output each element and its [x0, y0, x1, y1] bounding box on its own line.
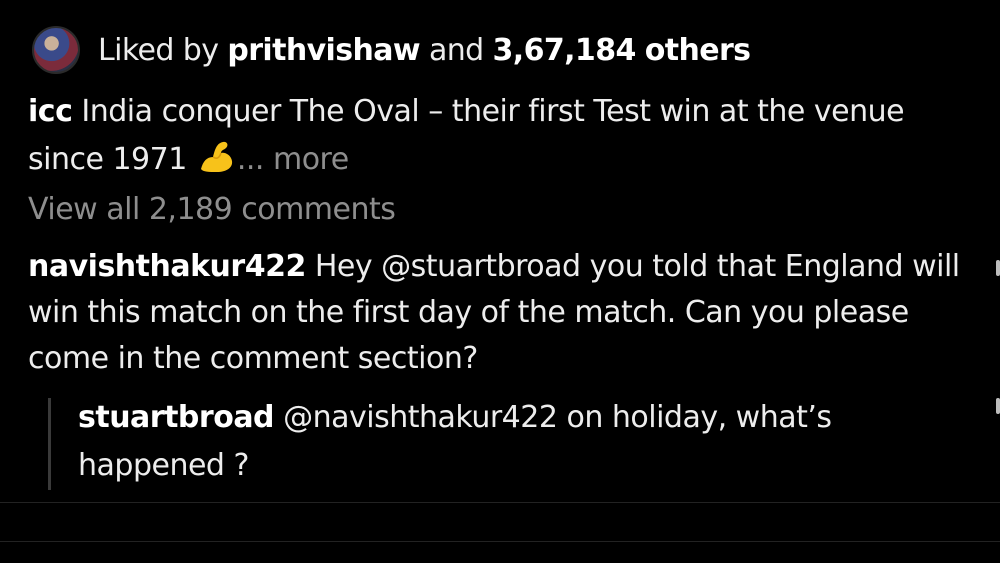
- liker-username[interactable]: prithvishaw: [227, 33, 420, 68]
- likes-conjunction: and: [428, 32, 484, 68]
- likes-text: Liked by prithvishaw and 3,67,184 others: [98, 32, 751, 68]
- flexed-biceps-icon: [197, 139, 237, 175]
- likes-count[interactable]: 3,67,184: [493, 33, 637, 68]
- post-caption: icc India conquer The Oval – their first…: [28, 88, 978, 184]
- view-all-comments-link[interactable]: View all 2,189 comments: [28, 192, 396, 227]
- liker-avatar[interactable]: [32, 26, 80, 74]
- caption-more-link[interactable]: ... more: [237, 142, 349, 177]
- caption-text: India conquer The Oval – their first Tes…: [28, 94, 905, 177]
- reply-like-icon[interactable]: [996, 398, 1000, 414]
- reply-username[interactable]: stuartbroad: [78, 400, 275, 435]
- comment-username[interactable]: navishthakur422: [28, 249, 306, 284]
- likes-row[interactable]: Liked by prithvishaw and 3,67,184 others: [32, 24, 751, 76]
- comment: navishthakur422 Hey @stuartbroad you tol…: [28, 244, 963, 382]
- reply-comment: stuartbroad @navishthakur422 on holiday,…: [78, 394, 948, 490]
- divider: [0, 541, 1000, 542]
- likes-suffix[interactable]: others: [645, 33, 751, 68]
- caption-username[interactable]: icc: [28, 94, 73, 129]
- reply-thread-line: [48, 398, 51, 490]
- likes-prefix: Liked by: [98, 32, 219, 68]
- comment-like-icon[interactable]: [996, 260, 1000, 276]
- divider: [0, 502, 1000, 503]
